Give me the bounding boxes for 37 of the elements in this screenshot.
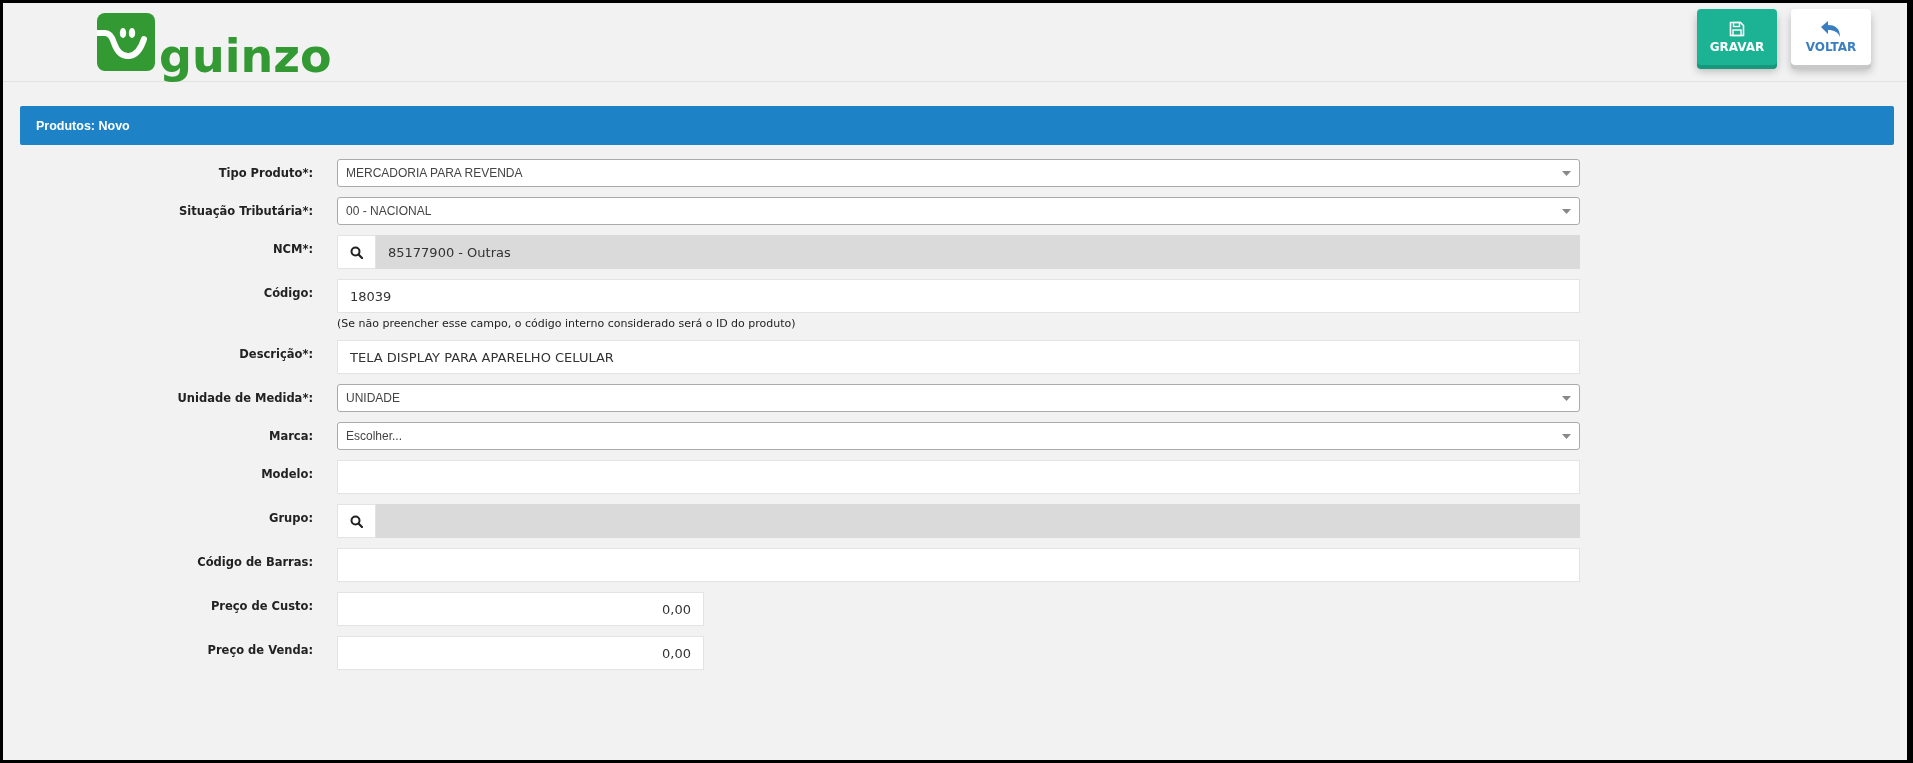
field-label: Modelo: — [260, 466, 313, 481]
search-button[interactable] — [337, 235, 376, 269]
dropdown-caret-icon — [1562, 395, 1571, 401]
input-field[interactable]: 18039 — [337, 279, 1580, 313]
field-label: Preço de Custo: — [209, 598, 313, 613]
input-field[interactable]: 0,00 — [337, 636, 704, 670]
field-label: Descrição*: — [238, 346, 313, 361]
field-label: NCM*: — [271, 241, 313, 256]
field-label: Tipo Produto*: — [217, 165, 313, 180]
dropdown-caret-icon — [1562, 433, 1571, 439]
panel-header: Produtos: Novo — [20, 106, 1894, 145]
field-label: Código: — [262, 285, 313, 300]
field-label: Marca: — [267, 428, 313, 443]
search-icon — [350, 514, 363, 528]
field-label: Situação Tributária*: — [178, 203, 313, 218]
search-icon — [350, 245, 363, 259]
field-label: Código de Barras: — [196, 554, 313, 569]
input-field[interactable] — [337, 548, 1580, 582]
select-field[interactable]: 00 - NACIONAL — [337, 197, 1580, 225]
lookup-field[interactable] — [337, 504, 1580, 538]
field-hint: (Se não preencher esse campo, o código interno considerado será o ID do produto) — [337, 317, 797, 330]
select-field[interactable]: Escolher... — [337, 422, 1580, 450]
lookup-field[interactable]: 85177900 - Outras — [337, 235, 1580, 269]
lookup-value: 85177900 - Outras — [387, 244, 511, 260]
select-field[interactable]: MERCADORIA PARA REVENDA — [337, 159, 1580, 187]
field-label: Grupo: — [267, 510, 313, 525]
dropdown-caret-icon — [1562, 208, 1571, 214]
input-field[interactable]: 0,00 — [337, 592, 704, 626]
select-field[interactable]: UNIDADE — [337, 384, 1580, 412]
field-label: Preço de Venda: — [206, 642, 313, 657]
dropdown-caret-icon — [1562, 170, 1571, 176]
reply-arrow-icon — [1821, 20, 1841, 37]
field-label: Unidade de Medida*: — [176, 390, 313, 405]
smiley-logo-icon — [97, 13, 155, 71]
input-field[interactable]: TELA DISPLAY PARA APARELHO CELULAR — [337, 340, 1580, 374]
input-field[interactable] — [337, 460, 1580, 494]
search-button[interactable] — [337, 504, 376, 538]
